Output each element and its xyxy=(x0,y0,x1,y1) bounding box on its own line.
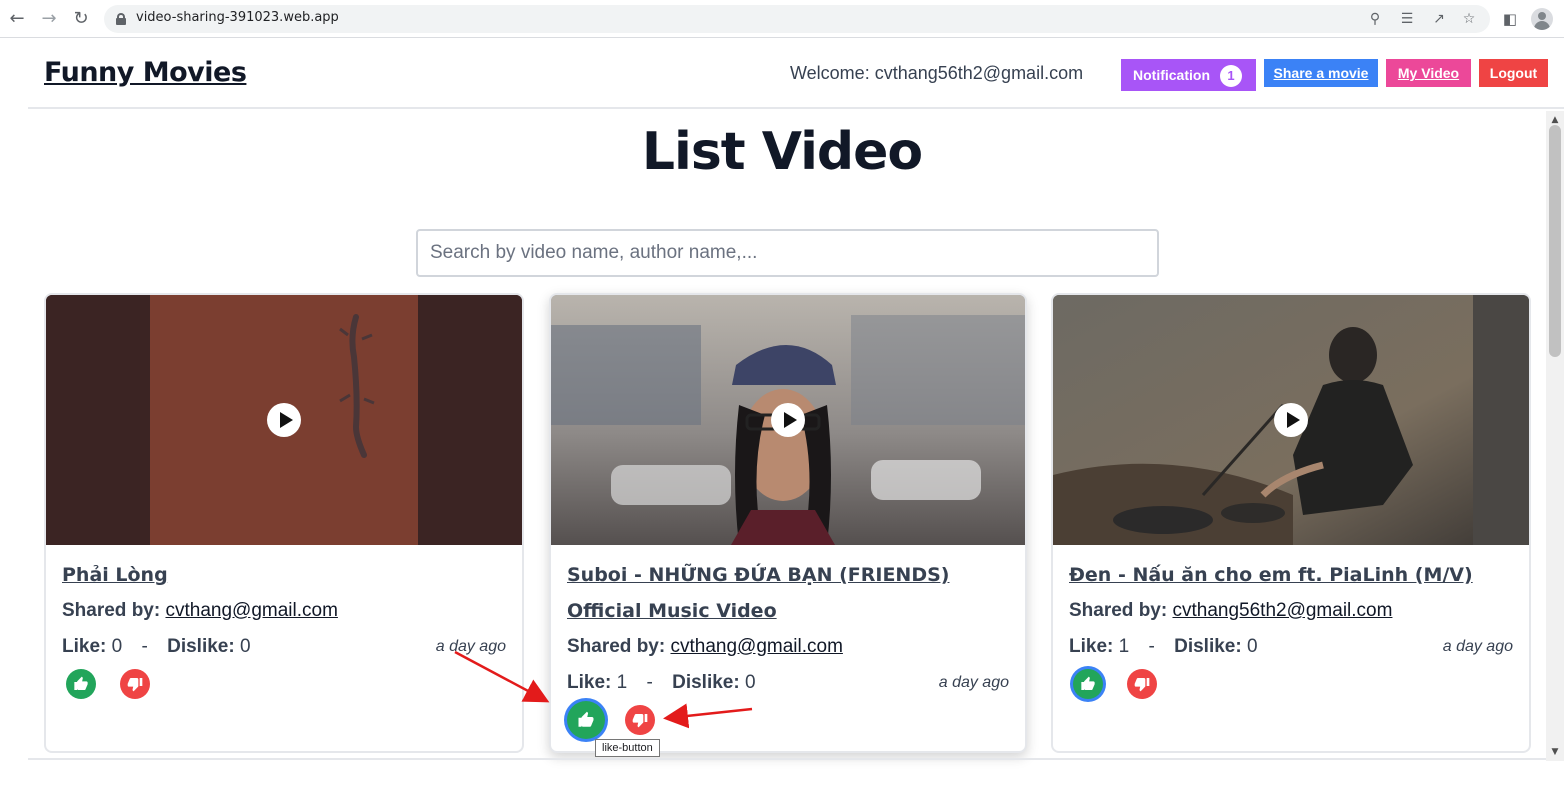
page-scrollbar[interactable]: ▲ ▼ xyxy=(1546,111,1564,761)
play-icon[interactable] xyxy=(771,403,805,437)
video-title-link[interactable]: Đen - Nấu ăn cho em ft. PiaLinh (M/V) xyxy=(1069,557,1513,593)
browser-toolbar: ← → ↻ video-sharing-391023.web.app ⚲ ☰ ↗… xyxy=(0,0,1564,38)
author-link[interactable]: cvthang56th2@gmail.com xyxy=(1172,600,1392,621)
address-bar[interactable]: video-sharing-391023.web.app ⚲ ☰ ↗ ☆ xyxy=(104,5,1490,33)
dislike-button[interactable] xyxy=(625,705,655,735)
search-input[interactable] xyxy=(416,229,1159,277)
like-count: 1 xyxy=(1118,636,1130,657)
like-dislike-stats: Like: 0 - Dislike: 0 a day ago xyxy=(62,629,506,665)
thumbs-down-icon xyxy=(1134,678,1150,692)
shared-by: Shared by: cvthang@gmail.com xyxy=(62,593,506,629)
video-thumbnail[interactable] xyxy=(551,295,1025,545)
shared-by-label: Shared by: xyxy=(567,636,666,657)
dislike-count: 0 xyxy=(1246,636,1258,657)
app-header: Funny Movies Welcome: cvthang56th2@gmail… xyxy=(28,39,1564,109)
video-card: Phải Lòng Shared by: cvthang@gmail.com L… xyxy=(44,293,524,753)
my-video-button[interactable]: My Video xyxy=(1386,59,1471,87)
dislike-label: Dislike: xyxy=(672,672,740,693)
stats-separator: - xyxy=(141,636,148,657)
dislike-label: Dislike: xyxy=(167,636,235,657)
share-movie-button[interactable]: Share a movie xyxy=(1264,59,1378,87)
like-button[interactable] xyxy=(66,669,96,699)
stats-separator: - xyxy=(646,672,653,693)
thumbs-up-icon xyxy=(1081,676,1095,690)
dislike-button[interactable] xyxy=(1127,669,1157,699)
stats-separator: - xyxy=(1148,636,1155,657)
profile-avatar-icon[interactable] xyxy=(1531,8,1553,30)
shared-by: Shared by: cvthang@gmail.com xyxy=(567,629,1009,665)
dislike-label: Dislike: xyxy=(1174,636,1242,657)
content-divider xyxy=(28,758,1546,760)
time-ago: a day ago xyxy=(938,674,1009,691)
thumbs-down-icon xyxy=(127,678,143,692)
time-ago: a day ago xyxy=(1442,638,1513,655)
lock-icon xyxy=(116,13,126,25)
scroll-down-icon[interactable]: ▼ xyxy=(1546,745,1564,759)
author-link[interactable]: cvthang@gmail.com xyxy=(165,600,337,621)
video-title-link[interactable]: Suboi - NHỮNG ĐỨA BẠN (FRIENDS) Official… xyxy=(567,557,1009,629)
thumbs-up-icon xyxy=(578,711,594,727)
page-title: List Video xyxy=(641,122,923,182)
shared-by: Shared by: cvthang56th2@gmail.com xyxy=(1069,593,1513,629)
notification-count-badge: 1 xyxy=(1220,65,1242,87)
play-icon[interactable] xyxy=(267,403,301,437)
play-icon[interactable] xyxy=(1274,403,1308,437)
back-arrow-icon[interactable]: ← xyxy=(6,8,28,30)
bookmark-star-icon[interactable]: ☆ xyxy=(1460,10,1478,28)
video-card: Suboi - NHỮNG ĐỨA BẠN (FRIENDS) Official… xyxy=(549,293,1027,753)
like-button[interactable] xyxy=(1073,669,1103,699)
author-link[interactable]: cvthang@gmail.com xyxy=(670,636,842,657)
scroll-thumb[interactable] xyxy=(1549,125,1561,357)
logout-button[interactable]: Logout xyxy=(1479,59,1548,87)
shared-by-label: Shared by: xyxy=(62,600,161,621)
like-dislike-stats: Like: 1 - Dislike: 0 a day ago xyxy=(1069,629,1513,665)
like-dislike-stats: Like: 1 - Dislike: 0 a day ago xyxy=(567,665,1009,701)
reload-icon[interactable]: ↻ xyxy=(70,8,92,30)
like-label: Like: xyxy=(567,672,612,693)
like-count: 0 xyxy=(111,636,123,657)
video-thumbnail[interactable] xyxy=(1053,295,1529,545)
time-ago: a day ago xyxy=(435,638,506,655)
dislike-count: 0 xyxy=(744,672,756,693)
dislike-button[interactable] xyxy=(120,669,150,699)
thumbs-down-icon xyxy=(632,714,648,728)
video-card: Đen - Nấu ăn cho em ft. PiaLinh (M/V) Sh… xyxy=(1051,293,1531,753)
tooltip: like-button xyxy=(595,739,660,757)
notification-label: Notification xyxy=(1133,67,1210,83)
share-icon[interactable]: ↗ xyxy=(1430,10,1448,28)
dislike-count: 0 xyxy=(239,636,251,657)
forward-arrow-icon[interactable]: → xyxy=(38,8,60,30)
like-label: Like: xyxy=(1069,636,1114,657)
video-title-link[interactable]: Phải Lòng xyxy=(62,557,506,593)
key-icon[interactable]: ⚲ xyxy=(1366,10,1384,28)
like-count: 1 xyxy=(616,672,628,693)
video-thumbnail[interactable] xyxy=(46,295,522,545)
like-label: Like: xyxy=(62,636,107,657)
like-button[interactable] xyxy=(567,701,605,739)
shared-by-label: Shared by: xyxy=(1069,600,1168,621)
welcome-text: Welcome: cvthang56th2@gmail.com xyxy=(790,63,1084,83)
side-panel-icon[interactable]: ◧ xyxy=(1499,8,1521,30)
translate-icon[interactable]: ☰ xyxy=(1398,10,1416,28)
brand-logo-link[interactable]: Funny Movies xyxy=(44,57,247,88)
url-text[interactable]: video-sharing-391023.web.app xyxy=(136,10,339,25)
thumbs-up-icon xyxy=(74,676,88,690)
notification-button[interactable]: Notification 1 xyxy=(1121,59,1256,91)
